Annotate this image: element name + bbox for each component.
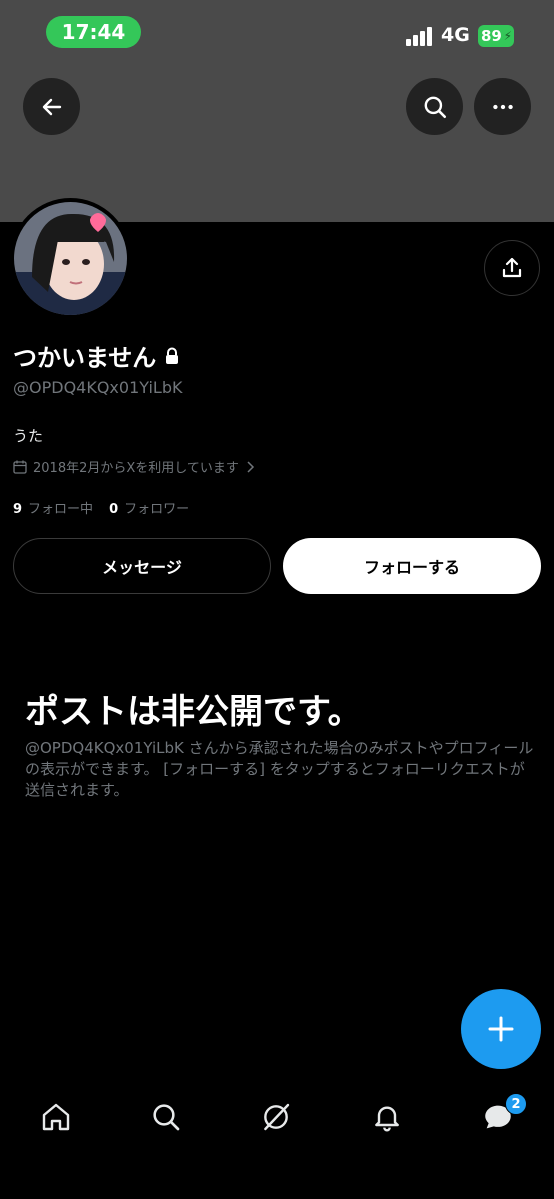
- following-link[interactable]: 9 フォロー中: [13, 498, 93, 517]
- compose-post-button[interactable]: [461, 989, 541, 1069]
- following-count: 9: [13, 502, 23, 517]
- search-button[interactable]: [406, 78, 463, 135]
- followers-label: フォロワー: [124, 502, 190, 517]
- tab-bar: [0, 1085, 554, 1149]
- tab-search[interactable]: [144, 1095, 188, 1139]
- followers-count: 0: [109, 502, 119, 517]
- signal-icon: [406, 26, 434, 46]
- chevron-right-icon: [247, 460, 254, 473]
- more-options-button[interactable]: [474, 78, 531, 135]
- following-label: フォロー中: [28, 502, 94, 517]
- battery-level: 89: [481, 27, 502, 45]
- back-button[interactable]: [23, 78, 80, 135]
- network-type: 4G: [441, 24, 470, 46]
- lock-icon: [166, 347, 179, 364]
- more-icon: [492, 104, 513, 109]
- private-notice-description: @OPDQ4KQx01YiLbK さんから承認された場合のみポストやプロフィール…: [25, 739, 534, 799]
- battery-icon: 89 ⚡: [478, 25, 514, 47]
- bell-icon: [375, 1106, 399, 1132]
- messages-badge: 2: [505, 1093, 527, 1115]
- followers-link[interactable]: 0 フォロワー: [109, 498, 189, 517]
- calendar-icon: [13, 460, 27, 474]
- status-time: 17:44: [46, 16, 141, 48]
- tab-grok[interactable]: [254, 1095, 298, 1139]
- tab-notifications[interactable]: [365, 1095, 409, 1139]
- arrow-left-icon: [42, 98, 61, 115]
- tab-home[interactable]: [34, 1095, 78, 1139]
- home-icon: [42, 1103, 70, 1131]
- search-icon: [424, 96, 446, 118]
- follow-stats: 9 フォロー中 0 フォロワー: [13, 498, 189, 517]
- avatar[interactable]: [10, 198, 131, 319]
- bio: うた: [13, 427, 44, 445]
- share-button[interactable]: [484, 240, 540, 296]
- follow-button[interactable]: フォローする: [283, 538, 541, 594]
- user-handle: @OPDQ4KQx01YiLbK: [13, 378, 183, 397]
- message-button[interactable]: メッセージ: [13, 538, 271, 594]
- status-bar: 17:44 4G 89 ⚡: [0, 0, 554, 64]
- private-notice-heading: ポストは非公開です。: [25, 692, 362, 732]
- share-icon: [502, 257, 522, 278]
- search-icon: [153, 1104, 180, 1131]
- grok-icon: [264, 1103, 290, 1131]
- joined-text: 2018年2月からXを利用しています: [33, 461, 239, 476]
- avatar-image: [14, 202, 127, 315]
- display-name-text: つかいません: [13, 344, 157, 372]
- display-name: つかいません: [13, 338, 180, 373]
- plus-icon: [488, 1016, 514, 1042]
- joined-date[interactable]: 2018年2月からXを利用しています: [13, 457, 255, 476]
